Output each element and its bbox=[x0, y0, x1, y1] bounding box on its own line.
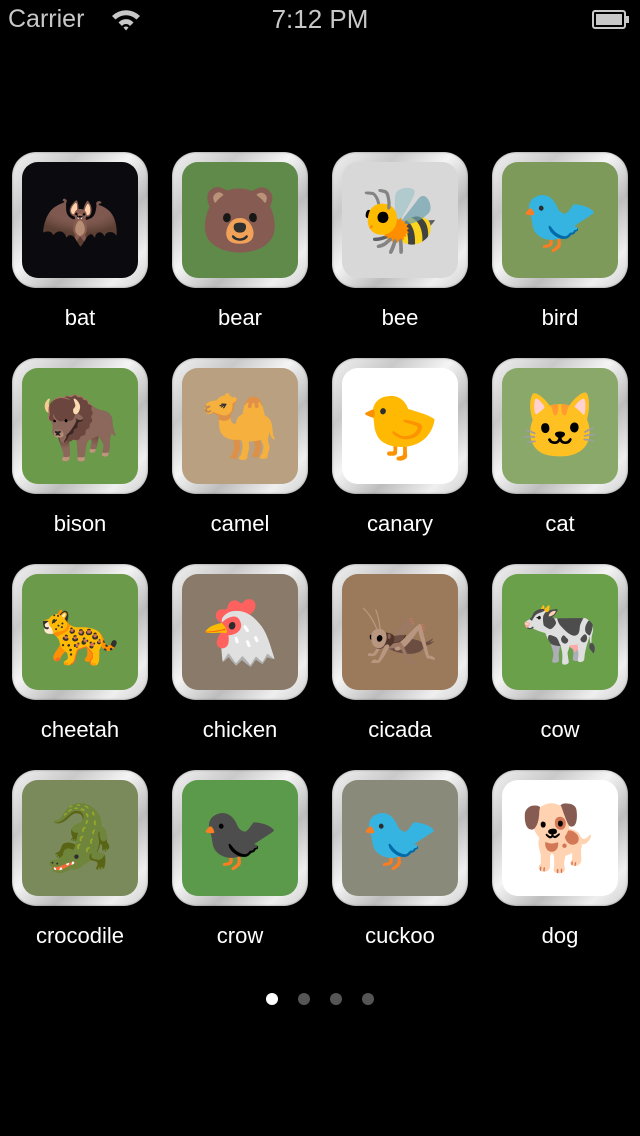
animal-tile-cow[interactable]: 🐄 cow bbox=[480, 562, 640, 768]
animal-photo[interactable]: 🐤 bbox=[342, 368, 458, 484]
animal-tile-bear[interactable]: 🐻 bear bbox=[160, 150, 320, 356]
animal-photo[interactable]: 🐦 bbox=[502, 162, 618, 278]
tile-frame[interactable]: 🐕 bbox=[492, 770, 628, 906]
crocodile-icon: 🐊 bbox=[40, 801, 120, 874]
animal-label[interactable]: crocodile bbox=[0, 923, 160, 949]
animal-photo[interactable]: 🐝 bbox=[342, 162, 458, 278]
cheetah-icon: 🐆 bbox=[40, 595, 120, 668]
cow-icon: 🐄 bbox=[520, 595, 600, 668]
tile-frame[interactable]: 🐝 bbox=[332, 152, 468, 288]
animal-tile-dog[interactable]: 🐕 dog bbox=[480, 768, 640, 974]
tile-frame[interactable]: 🐱 bbox=[492, 358, 628, 494]
tile-frame[interactable]: 🐔 bbox=[172, 564, 308, 700]
animal-tile-cat[interactable]: 🐱 cat bbox=[480, 356, 640, 562]
animal-photo[interactable]: 🐕 bbox=[502, 780, 618, 896]
animal-label[interactable]: cheetah bbox=[0, 717, 160, 743]
animal-tile-cheetah[interactable]: 🐆 cheetah bbox=[0, 562, 160, 768]
animal-label[interactable]: cow bbox=[480, 717, 640, 743]
animal-tile-cuckoo[interactable]: 🐦 cuckoo bbox=[320, 768, 480, 974]
animal-photo[interactable]: 🐻 bbox=[182, 162, 298, 278]
battery-icon bbox=[592, 10, 629, 29]
animal-label[interactable]: bison bbox=[0, 511, 160, 537]
animal-photo[interactable]: 🐱 bbox=[502, 368, 618, 484]
page-indicator[interactable] bbox=[0, 993, 640, 1007]
animal-label[interactable]: bird bbox=[480, 305, 640, 331]
animal-label[interactable]: bee bbox=[320, 305, 480, 331]
canary-icon: 🐤 bbox=[360, 389, 440, 462]
dog-icon: 🐕 bbox=[520, 801, 600, 874]
bear-icon: 🐻 bbox=[200, 183, 280, 256]
animal-label[interactable]: crow bbox=[160, 923, 320, 949]
clock: 7:12 PM bbox=[271, 4, 369, 34]
animal-photo[interactable]: 🦗 bbox=[342, 574, 458, 690]
animal-tile-bee[interactable]: 🐝 bee bbox=[320, 150, 480, 356]
animal-tile-chicken[interactable]: 🐔 chicken bbox=[160, 562, 320, 768]
animal-tile-bat[interactable]: 🦇 bat bbox=[0, 150, 160, 356]
animal-label[interactable]: cat bbox=[480, 511, 640, 537]
animal-tile-crow[interactable]: 🐦‍⬛ crow bbox=[160, 768, 320, 974]
animal-label[interactable]: canary bbox=[320, 511, 480, 537]
tile-frame[interactable]: 🐦 bbox=[332, 770, 468, 906]
animal-tile-camel[interactable]: 🐪 camel bbox=[160, 356, 320, 562]
animal-label[interactable]: camel bbox=[160, 511, 320, 537]
page-dot[interactable] bbox=[298, 993, 310, 1005]
tile-frame[interactable]: 🐦 bbox=[492, 152, 628, 288]
status-bar: Carrier 7:12 PM bbox=[0, 0, 640, 40]
animal-label[interactable]: cicada bbox=[320, 717, 480, 743]
camel-icon: 🐪 bbox=[200, 389, 280, 462]
animal-tile-bison[interactable]: 🦬 bison bbox=[0, 356, 160, 562]
bee-icon: 🐝 bbox=[360, 183, 440, 256]
tile-frame[interactable]: 🦇 bbox=[12, 152, 148, 288]
animal-label[interactable]: bear bbox=[160, 305, 320, 331]
page-dot[interactable] bbox=[266, 993, 278, 1005]
tile-frame[interactable]: 🐆 bbox=[12, 564, 148, 700]
animal-photo[interactable]: 🐔 bbox=[182, 574, 298, 690]
tile-frame[interactable]: 🦬 bbox=[12, 358, 148, 494]
tile-frame[interactable]: 🐤 bbox=[332, 358, 468, 494]
animal-photo[interactable]: 🐄 bbox=[502, 574, 618, 690]
crow-icon: 🐦‍⬛ bbox=[200, 801, 280, 874]
tile-frame[interactable]: 🐊 bbox=[12, 770, 148, 906]
page-dot[interactable] bbox=[362, 993, 374, 1005]
bird-icon: 🐦 bbox=[520, 183, 600, 256]
tile-frame[interactable]: 🐪 bbox=[172, 358, 308, 494]
page-dot[interactable] bbox=[330, 993, 342, 1005]
animal-photo[interactable]: 🐪 bbox=[182, 368, 298, 484]
animal-tile-crocodile[interactable]: 🐊 crocodile bbox=[0, 768, 160, 974]
animal-photo[interactable]: 🐦 bbox=[342, 780, 458, 896]
bat-icon: 🦇 bbox=[40, 183, 120, 256]
cuckoo-icon: 🐦 bbox=[360, 801, 440, 874]
animal-tile-cicada[interactable]: 🦗 cicada bbox=[320, 562, 480, 768]
cicada-icon: 🦗 bbox=[360, 595, 440, 668]
animal-label[interactable]: chicken bbox=[160, 717, 320, 743]
animal-photo[interactable]: 🐦‍⬛ bbox=[182, 780, 298, 896]
bison-icon: 🦬 bbox=[40, 389, 120, 462]
animal-label[interactable]: cuckoo bbox=[320, 923, 480, 949]
animal-tile-canary[interactable]: 🐤 canary bbox=[320, 356, 480, 562]
chicken-icon: 🐔 bbox=[200, 595, 280, 668]
tile-frame[interactable]: 🐻 bbox=[172, 152, 308, 288]
animal-photo[interactable]: 🐊 bbox=[22, 780, 138, 896]
animal-tile-bird[interactable]: 🐦 bird bbox=[480, 150, 640, 356]
tile-frame[interactable]: 🐄 bbox=[492, 564, 628, 700]
animal-label[interactable]: bat bbox=[0, 305, 160, 331]
animal-photo[interactable]: 🐆 bbox=[22, 574, 138, 690]
animal-label[interactable]: dog bbox=[480, 923, 640, 949]
tile-frame[interactable]: 🐦‍⬛ bbox=[172, 770, 308, 906]
tile-frame[interactable]: 🦗 bbox=[332, 564, 468, 700]
animal-photo[interactable]: 🦬 bbox=[22, 368, 138, 484]
cat-icon: 🐱 bbox=[520, 389, 600, 462]
animal-photo[interactable]: 🦇 bbox=[22, 162, 138, 278]
